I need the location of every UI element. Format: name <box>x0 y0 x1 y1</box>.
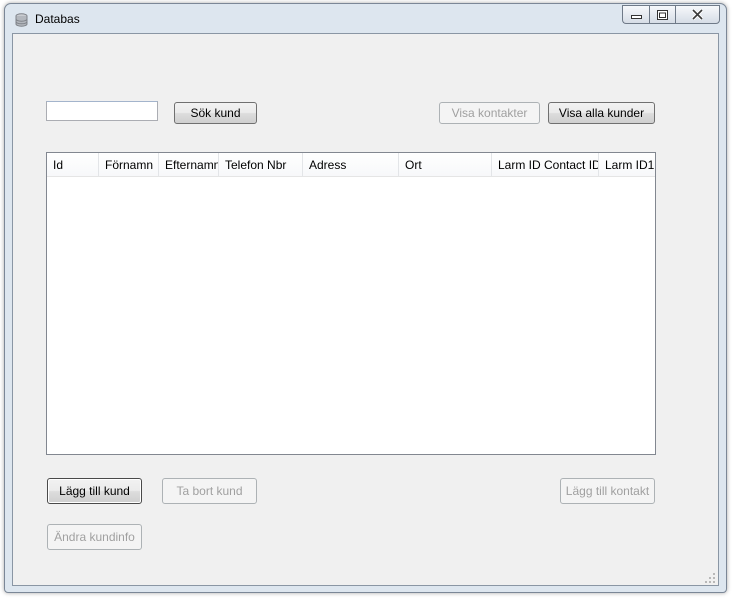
show-contacts-button[interactable]: Visa kontakter <box>439 102 540 124</box>
minimize-icon <box>630 11 642 19</box>
close-button[interactable] <box>675 5 720 24</box>
edit-customer-info-button[interactable]: Ändra kundinfo <box>47 524 142 550</box>
close-icon <box>691 9 704 20</box>
add-customer-button[interactable]: Lägg till kund <box>47 478 142 504</box>
column-header-alarm-contact-id[interactable]: Larm ID Contact ID <box>492 153 599 177</box>
column-header-first-name[interactable]: Förnamn <box>99 153 159 177</box>
database-icon <box>15 13 28 27</box>
column-header-last-name[interactable]: Efternamn <box>159 153 219 177</box>
maximize-button[interactable] <box>649 5 675 24</box>
minimize-button[interactable] <box>622 5 649 24</box>
column-header-phone[interactable]: Telefon Nbr <box>219 153 303 177</box>
resize-grip-icon[interactable] <box>705 572 715 583</box>
column-header-alarm-id1[interactable]: Larm ID1 <box>599 153 655 177</box>
add-contact-button[interactable]: Lägg till kontakt <box>560 478 655 504</box>
maximize-icon <box>657 9 668 20</box>
title-bar[interactable]: Databas <box>5 4 726 34</box>
remove-customer-button[interactable]: Ta bort kund <box>162 478 257 504</box>
window-title: Databas <box>35 12 80 26</box>
customer-list[interactable]: Id Förnamn Efternamn Telefon Nbr Adress … <box>46 152 656 455</box>
column-header-city[interactable]: Ort <box>399 153 492 177</box>
main-window: Databas Sök kund Visa kontakter Visa all… <box>4 3 727 593</box>
search-customer-button[interactable]: Sök kund <box>174 102 257 124</box>
column-header-id[interactable]: Id <box>47 153 99 177</box>
caption-buttons <box>622 5 720 25</box>
search-input[interactable] <box>46 101 158 121</box>
list-header: Id Förnamn Efternamn Telefon Nbr Adress … <box>47 153 655 177</box>
client-area: Sök kund Visa kontakter Visa alla kunder… <box>12 33 719 586</box>
column-header-address[interactable]: Adress <box>303 153 399 177</box>
show-all-customers-button[interactable]: Visa alla kunder <box>548 102 655 124</box>
